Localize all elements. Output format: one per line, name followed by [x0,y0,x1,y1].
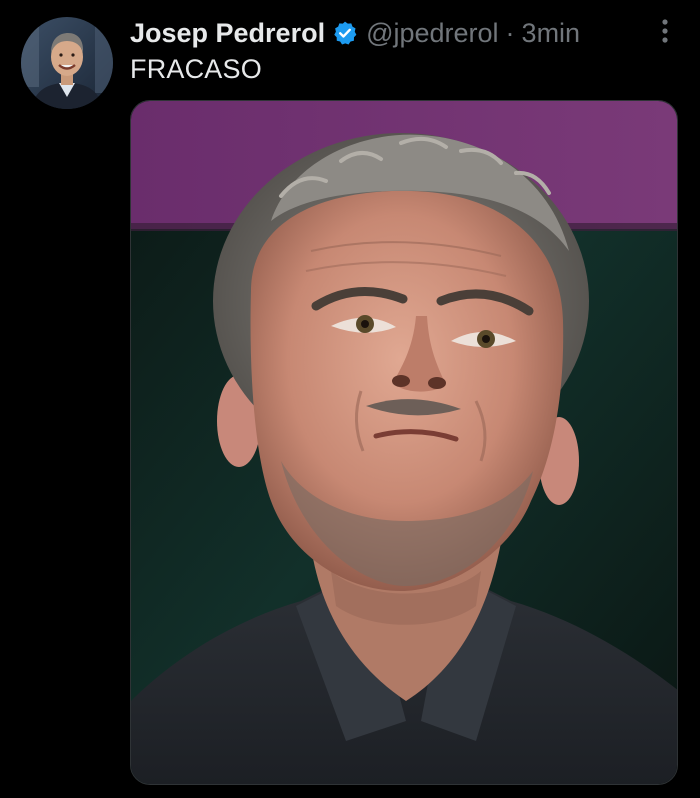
author-display-name[interactable]: Josep Pedrerol [130,18,325,49]
avatar-photo-icon [21,17,113,109]
vertical-ellipsis-icon [662,19,668,43]
tweet-text: FRACASO [130,54,262,84]
tweet[interactable]: Josep Pedrerol @jpedrerol · 3min FRACASO [0,0,700,798]
tweet-timestamp[interactable]: 3min [522,18,581,49]
author-avatar[interactable] [21,17,113,109]
more-options-button[interactable] [652,16,678,46]
verified-badge-icon [332,20,358,46]
tweet-photo[interactable] [130,100,678,785]
author-handle[interactable]: @jpedrerol [366,18,498,49]
tweet-header: Josep Pedrerol @jpedrerol · 3min [130,14,580,52]
coach-portrait-icon [131,101,677,784]
header-separator: · [505,17,515,48]
